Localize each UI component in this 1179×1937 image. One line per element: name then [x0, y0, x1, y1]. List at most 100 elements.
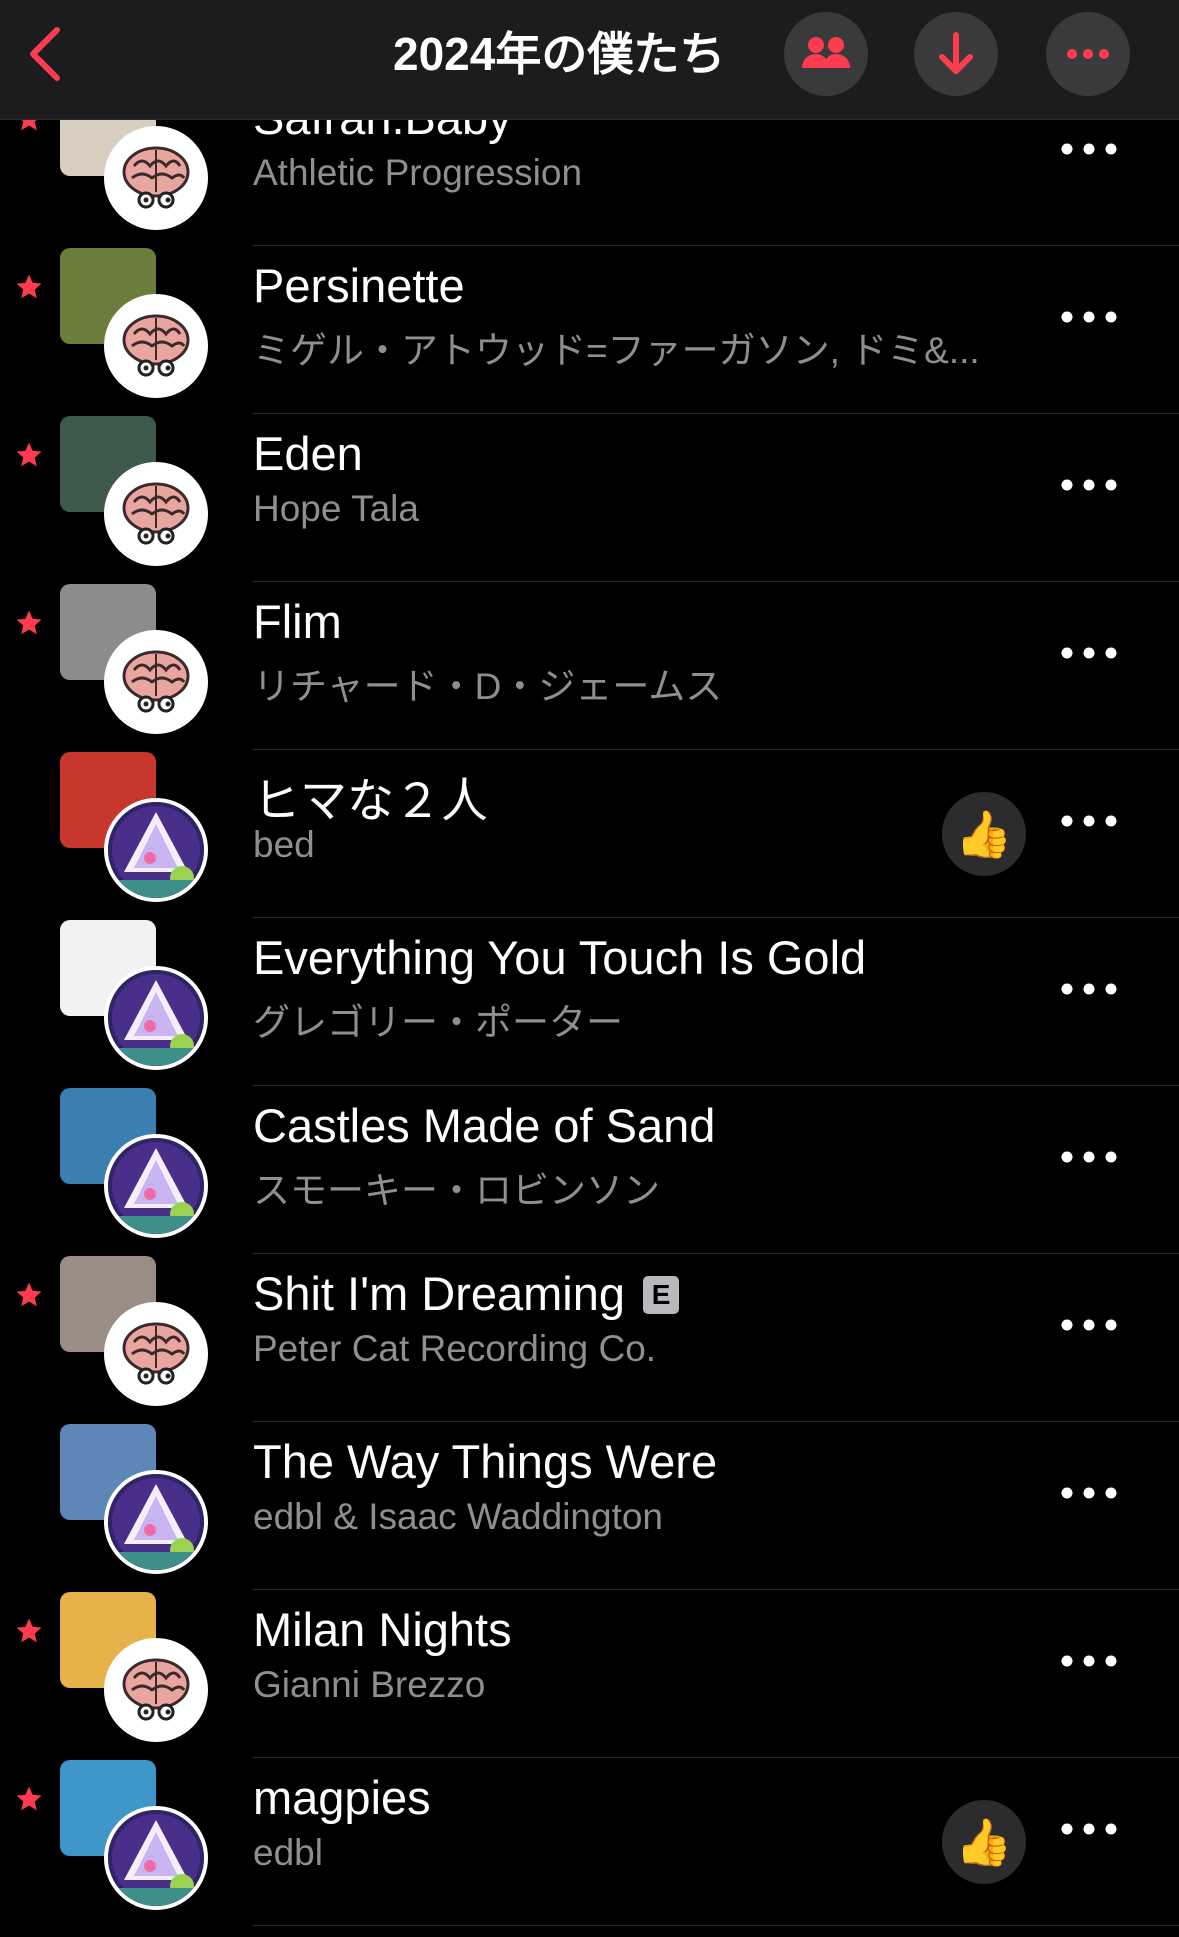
song-title-text: Milan Nights	[253, 1603, 512, 1656]
contributor-avatar	[104, 1638, 208, 1742]
song-artist: リチャード・D・ジェームス	[253, 666, 723, 707]
brain-avatar-icon	[122, 314, 190, 377]
contributor-avatar	[104, 1134, 208, 1238]
song-title-text: Persinette	[253, 259, 465, 312]
song-title: Shit I'm Dreaming E	[253, 1266, 680, 1321]
chevron-left-icon	[30, 27, 60, 81]
song-more-button[interactable]	[1060, 1654, 1118, 1694]
star-icon	[16, 274, 42, 299]
contributor-avatar	[104, 1470, 208, 1574]
song-artist: bed	[253, 824, 315, 865]
song-row[interactable]: magpies edbl 👍	[0, 1758, 1179, 1926]
pyramid-avatar-icon	[108, 970, 204, 1066]
song-row[interactable]: Castles Made of Sand スモーキー・ロビンソン	[0, 1086, 1179, 1254]
song-row[interactable]: The Way Things Were edbl & Isaac Waddingt…	[0, 1422, 1179, 1590]
song-artist: Gianni Brezzo	[253, 1664, 486, 1705]
download-button[interactable]	[914, 12, 998, 96]
song-more-button[interactable]	[1060, 1486, 1118, 1526]
star-icon	[16, 1786, 42, 1811]
song-more-button[interactable]	[1060, 1318, 1118, 1358]
song-title: Everything You Touch Is Gold	[253, 930, 866, 985]
favorite-star-icon	[14, 1784, 44, 1814]
back-button[interactable]	[20, 22, 70, 86]
ellipsis-icon	[1061, 1655, 1117, 1667]
song-artist: スモーキー・ロビンソン	[253, 1170, 660, 1211]
favorite-star-icon	[14, 272, 44, 302]
song-title-text: ヒマな２人	[253, 774, 488, 827]
nav-header: 2024年の僕たち	[0, 0, 1179, 120]
page-title: 2024年の僕たち	[393, 28, 726, 80]
song-more-button[interactable]	[1060, 982, 1118, 1022]
song-title: Eden	[253, 426, 363, 481]
thumbs-up-reaction-icon[interactable]: 👍	[942, 792, 1026, 876]
brain-avatar-icon	[122, 1322, 190, 1385]
contributor-avatar	[104, 462, 208, 566]
song-row[interactable]: ヒマな２人 bed 👍	[0, 750, 1179, 918]
brain-avatar-icon	[122, 146, 190, 209]
favorite-star-icon	[14, 1280, 44, 1310]
contributor-avatar	[104, 966, 208, 1070]
song-row[interactable]: Eden Hope Tala	[0, 414, 1179, 582]
song-artist: ミゲル・アトウッド=ファーガソン, ドミ&...	[253, 330, 980, 371]
ellipsis-icon	[1061, 1151, 1117, 1163]
song-title-text: Castles Made of Sand	[253, 1099, 716, 1152]
contributor-avatar	[104, 798, 208, 902]
song-title: The Way Things Were	[253, 1434, 717, 1489]
song-title-text: Everything You Touch Is Gold	[253, 931, 867, 984]
favorite-star-icon	[14, 608, 44, 638]
ellipsis-icon	[1061, 311, 1117, 323]
ellipsis-icon	[1061, 1319, 1117, 1331]
song-title-text: Flim	[253, 595, 342, 648]
song-more-button[interactable]	[1060, 310, 1118, 350]
song-title: Flim	[253, 594, 342, 649]
star-icon	[16, 1282, 42, 1307]
song-artist: グレゴリー・ポーター	[253, 1002, 623, 1043]
song-more-button[interactable]	[1060, 646, 1118, 686]
screen: Safran.BabyAthletic Progression Persinet…	[0, 0, 1179, 1937]
song-artist: edbl & Isaac Waddington	[253, 1496, 663, 1537]
contributor-avatar	[104, 630, 208, 734]
song-more-button[interactable]	[1060, 1150, 1118, 1190]
playlist-more-button[interactable]	[1046, 12, 1130, 96]
song-title-text: Shit I'm Dreaming	[253, 1267, 626, 1320]
brain-avatar-icon	[122, 482, 190, 545]
song-more-button[interactable]	[1060, 142, 1118, 182]
song-more-button[interactable]	[1060, 814, 1118, 854]
collaborators-button[interactable]	[784, 12, 868, 96]
ellipsis-icon	[1061, 815, 1117, 827]
song-title: Castles Made of Sand	[253, 1098, 715, 1153]
pyramid-avatar-icon	[108, 802, 204, 898]
star-icon	[16, 610, 42, 635]
brain-avatar-icon	[122, 650, 190, 713]
song-title-text: The Way Things Were	[253, 1435, 718, 1488]
favorite-star-icon	[14, 1616, 44, 1646]
song-row[interactable]: Shit I'm Dreaming E Peter Cat Recording Co…	[0, 1254, 1179, 1422]
contributor-avatar	[104, 294, 208, 398]
song-artist: Athletic Progression	[253, 152, 583, 193]
ellipsis-icon	[1061, 1487, 1117, 1499]
song-title: ヒマな２人	[253, 762, 488, 831]
contributor-avatar	[104, 126, 208, 230]
song-more-button[interactable]	[1060, 478, 1118, 518]
download-arrow-icon	[939, 32, 973, 74]
song-artist: edbl	[253, 1832, 323, 1873]
song-row[interactable]: Persinette ミゲル・アトウッド=ファーガソン, ドミ&...	[0, 246, 1179, 414]
star-icon	[16, 1618, 42, 1643]
song-artist: Peter Cat Recording Co.	[253, 1328, 657, 1369]
brain-avatar-icon	[122, 1658, 190, 1721]
song-row[interactable]: Milan Nights Gianni Brezzo	[0, 1590, 1179, 1758]
song-row[interactable]: Flim リチャード・D・ジェームス	[0, 582, 1179, 750]
song-title: Milan Nights	[253, 1602, 512, 1657]
ellipsis-icon	[1061, 479, 1117, 491]
contributor-avatar	[104, 1806, 208, 1910]
ellipsis-icon	[1061, 983, 1117, 995]
song-row[interactable]: Everything You Touch Is Gold グレゴリー・ポーター	[0, 918, 1179, 1086]
thumbs-up-reaction-icon[interactable]: 👍	[942, 1800, 1026, 1884]
contributor-avatar	[104, 1302, 208, 1406]
explicit-badge: E	[643, 1276, 680, 1314]
people-icon	[802, 37, 850, 68]
ellipsis-icon	[1061, 1823, 1117, 1835]
song-title: magpies	[253, 1770, 431, 1825]
ellipsis-icon	[1061, 647, 1117, 659]
song-more-button[interactable]	[1060, 1822, 1118, 1862]
